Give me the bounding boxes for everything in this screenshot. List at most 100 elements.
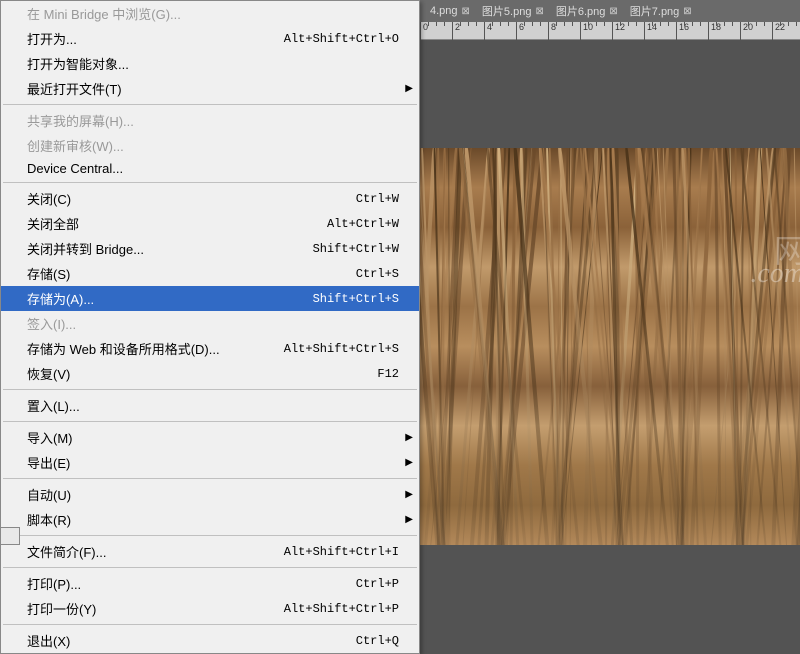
tab-label: 图片7.png <box>630 3 680 19</box>
ruler-tick: 12 <box>612 22 625 40</box>
document-tabs: 4.png⊠图片5.png⊠图片6.png⊠图片7.png⊠ <box>420 0 800 22</box>
close-icon[interactable]: ⊠ <box>683 6 691 17</box>
menu-item-label: 打印一份(Y) <box>27 599 96 618</box>
menu-item[interactable]: 关闭全部 Alt+Ctrl+W <box>1 211 419 236</box>
menu-item[interactable]: 打开为智能对象... <box>1 51 419 76</box>
file-menu: 在 Mini Bridge 中浏览(G)... 打开为...Alt+Shift+C… <box>0 0 420 654</box>
ruler-tick: 6 <box>516 22 524 40</box>
menu-item[interactable]: 文件简介(F)...Alt+Shift+Ctrl+I <box>1 539 419 564</box>
menu-item[interactable]: 关闭并转到 Bridge...Shift+Ctrl+W <box>1 236 419 261</box>
menu-item-label: 打开为智能对象... <box>27 54 129 73</box>
menu-item[interactable]: 打开为...Alt+Shift+Ctrl+O <box>1 26 419 51</box>
menu-item[interactable]: 自动(U) ▶ <box>1 482 419 507</box>
ruler-tick: 8 <box>548 22 556 40</box>
menu-item-label: 在 Mini Bridge 中浏览(G)... <box>27 4 181 23</box>
menu-item: 创建新审核(W)... <box>1 133 419 158</box>
menu-separator <box>3 182 417 183</box>
document-tab[interactable]: 图片7.png⊠ <box>624 1 698 21</box>
menu-item-label: 导出(E) <box>27 453 70 472</box>
menu-item[interactable]: 存储(S) Ctrl+S <box>1 261 419 286</box>
tab-label: 图片6.png <box>556 3 606 19</box>
submenu-arrow-icon: ▶ <box>405 432 413 443</box>
menu-item[interactable]: 打印一份(Y) Alt+Shift+Ctrl+P <box>1 596 419 621</box>
menu-item-label: 存储为(A)... <box>27 289 94 308</box>
ruler-tick: 2 <box>452 22 460 40</box>
menu-item-shortcut: Ctrl+W <box>356 192 399 206</box>
menu-separator <box>3 478 417 479</box>
ruler-tick: 16 <box>676 22 689 40</box>
ruler-tick: 22 <box>772 22 785 40</box>
menu-item[interactable]: Device Central... <box>1 158 419 179</box>
document-tab[interactable]: 图片6.png⊠ <box>550 1 624 21</box>
menu-item-label: 共享我的屏幕(H)... <box>27 111 134 130</box>
menu-item[interactable]: 脚本(R)▶ <box>1 507 419 532</box>
submenu-arrow-icon: ▶ <box>405 83 413 94</box>
menu-separator <box>3 567 417 568</box>
menu-item-label: 存储(S) <box>27 264 70 283</box>
tab-label: 4.png <box>430 5 458 17</box>
close-icon[interactable]: ⊠ <box>609 6 617 17</box>
menu-item[interactable]: 打印(P)... Ctrl+P <box>1 571 419 596</box>
menu-item-label: 存储为 Web 和设备所用格式(D)... <box>27 339 220 358</box>
menu-item-shortcut: Alt+Shift+Ctrl+P <box>284 602 399 616</box>
menu-item: 共享我的屏幕(H)... <box>1 108 419 133</box>
menu-item-label: 关闭并转到 Bridge... <box>27 239 144 258</box>
menu-item-label: 恢复(V) <box>27 364 70 383</box>
ruler-tick: 10 <box>580 22 593 40</box>
menu-item-label: 打印(P)... <box>27 574 81 593</box>
menu-item-shortcut: Ctrl+Q <box>356 634 399 648</box>
menu-item-shortcut: Alt+Ctrl+W <box>327 217 399 231</box>
ruler-tick: 4 <box>484 22 492 40</box>
menu-item: 签入(I)... <box>1 311 419 336</box>
menu-separator <box>3 624 417 625</box>
menu-item-label: 最近打开文件(T) <box>27 79 122 98</box>
menu-item[interactable]: 导出(E) ▶ <box>1 450 419 475</box>
menu-item-label: 关闭全部 <box>27 214 79 233</box>
document-tab[interactable]: 4.png ⊠ <box>424 3 476 19</box>
menu-item-shortcut: Alt+Shift+Ctrl+S <box>284 342 399 356</box>
menu-item[interactable]: 退出(X) Ctrl+Q <box>1 628 419 653</box>
submenu-arrow-icon: ▶ <box>405 489 413 500</box>
pasteboard <box>420 40 800 148</box>
ruler-tick: 20 <box>740 22 753 40</box>
menu-item[interactable]: 恢复(V) F12 <box>1 361 419 386</box>
watermark-en: .com <box>750 258 800 290</box>
menu-separator <box>3 104 417 105</box>
menu-item-shortcut: F12 <box>377 367 399 381</box>
menu-item-label: 签入(I)... <box>27 314 76 333</box>
menu-item[interactable]: 置入(L)... <box>1 393 419 418</box>
ruler-tick: 0 <box>420 22 428 40</box>
ruler-horizontal: 0 2 4 6 8 10 12 14 16 18 20 22 <box>420 22 800 40</box>
menu-item-label: Device Central... <box>27 161 123 176</box>
window-corner <box>0 527 20 545</box>
menu-separator <box>3 389 417 390</box>
ruler-tick: 18 <box>708 22 721 40</box>
menu-item-label: 退出(X) <box>27 631 70 650</box>
menu-item: 在 Mini Bridge 中浏览(G)... <box>1 1 419 26</box>
menu-item[interactable]: 关闭(C) Ctrl+W <box>1 186 419 211</box>
menu-item-label: 导入(M) <box>27 428 73 447</box>
menu-item-label: 自动(U) <box>27 485 71 504</box>
document-tab[interactable]: 图片5.png⊠ <box>476 1 550 21</box>
menu-item-shortcut: Alt+Shift+Ctrl+I <box>284 545 399 559</box>
menu-item-shortcut: Shift+Ctrl+S <box>313 292 399 306</box>
menu-item-shortcut: Ctrl+P <box>356 577 399 591</box>
menu-item[interactable]: 导入(M) ▶ <box>1 425 419 450</box>
menu-item-label: 置入(L)... <box>27 396 80 415</box>
canvas-area: 4.png⊠图片5.png⊠图片6.png⊠图片7.png⊠ 024681012… <box>420 0 800 545</box>
ruler-tick: 14 <box>644 22 657 40</box>
menu-separator <box>3 421 417 422</box>
submenu-arrow-icon: ▶ <box>405 457 413 468</box>
submenu-arrow-icon: ▶ <box>405 514 413 525</box>
menu-item-shortcut: Alt+Shift+Ctrl+O <box>284 32 399 46</box>
menu-item[interactable]: 存储为(A)... Shift+Ctrl+S <box>1 286 419 311</box>
menu-item-label: 关闭(C) <box>27 189 71 208</box>
close-icon[interactable]: ⊠ <box>462 6 470 17</box>
tab-label: 图片5.png <box>482 3 532 19</box>
menu-item[interactable]: 存储为 Web 和设备所用格式(D)... Alt+Shift+Ctrl+S <box>1 336 419 361</box>
canvas-image: 网 .com <box>420 148 800 545</box>
close-icon[interactable]: ⊠ <box>535 6 543 17</box>
menu-item-shortcut: Ctrl+S <box>356 267 399 281</box>
menu-item[interactable]: 最近打开文件(T) ▶ <box>1 76 419 101</box>
menu-separator <box>3 535 417 536</box>
